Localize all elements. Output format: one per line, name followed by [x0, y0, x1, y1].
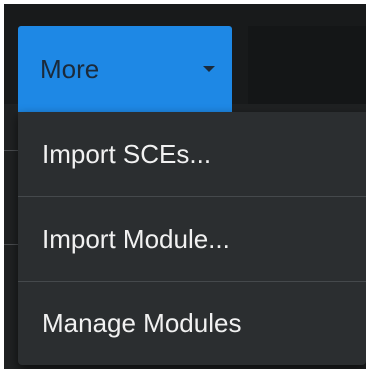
menu-item-import-sces[interactable]: Import SCEs...	[18, 112, 366, 196]
more-dropdown-button[interactable]: More	[18, 26, 232, 112]
menu-item-label: Import SCEs...	[42, 138, 212, 169]
background-panel	[248, 26, 366, 104]
caret-down-icon	[203, 66, 215, 72]
more-dropdown-menu: Import SCEs... Import Module... Manage M…	[18, 112, 366, 365]
menu-item-label: Manage Modules	[42, 308, 242, 338]
more-button-label: More	[40, 53, 100, 84]
menu-item-label: Import Module...	[42, 223, 230, 254]
menu-item-manage-modules[interactable]: Manage Modules	[18, 282, 366, 365]
menu-item-import-module[interactable]: Import Module...	[18, 197, 366, 281]
app-frame: More Import SCEs... Import Module... Man…	[4, 4, 366, 369]
